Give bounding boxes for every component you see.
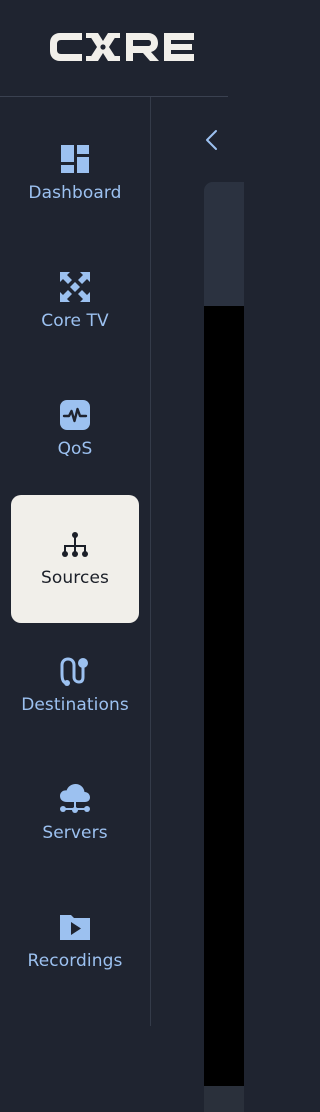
panel-header [204, 182, 244, 306]
servers-cloud-icon [59, 783, 91, 815]
source-panel [204, 182, 244, 1112]
sidebar-item-label: QoS [57, 439, 93, 459]
sidebar-nav: Dashboard Core TV QoS Sources Destinatio… [0, 97, 151, 1026]
top-bar [0, 0, 228, 97]
sidebar-item-label: Sources [41, 568, 109, 588]
sources-tree-icon [59, 529, 91, 561]
sidebar-item-label: Dashboard [28, 183, 122, 203]
sidebar-item-label: Recordings [27, 951, 123, 971]
qos-pulse-icon [59, 399, 91, 431]
sidebar-item-label: Servers [42, 823, 108, 843]
collapse-sidebar-button[interactable] [203, 129, 221, 151]
sidebar-item-core-tv[interactable]: Core TV [11, 225, 139, 353]
sidebar-item-servers[interactable]: Servers [11, 737, 139, 865]
sidebar-item-destinations[interactable]: Destinations [11, 609, 139, 737]
video-preview[interactable] [204, 306, 244, 1086]
sidebar-item-label: Core TV [41, 311, 109, 331]
sidebar-item-qos[interactable]: QoS [11, 353, 139, 481]
chevron-left-icon [206, 130, 217, 150]
panel-footer [204, 1086, 244, 1112]
sidebar-item-sources[interactable]: Sources [11, 495, 139, 623]
recordings-folder-icon [59, 911, 91, 943]
sidebar-item-recordings[interactable]: Recordings [11, 865, 139, 993]
dashboard-icon [59, 143, 91, 175]
destinations-route-icon [59, 655, 91, 687]
core-tv-icon [59, 271, 91, 303]
core-logo-mark [50, 33, 194, 61]
main-content [151, 97, 244, 1112]
sidebar-item-label: Destinations [21, 695, 129, 715]
core-logo[interactable] [48, 29, 210, 65]
sidebar-item-dashboard[interactable]: Dashboard [11, 97, 139, 225]
